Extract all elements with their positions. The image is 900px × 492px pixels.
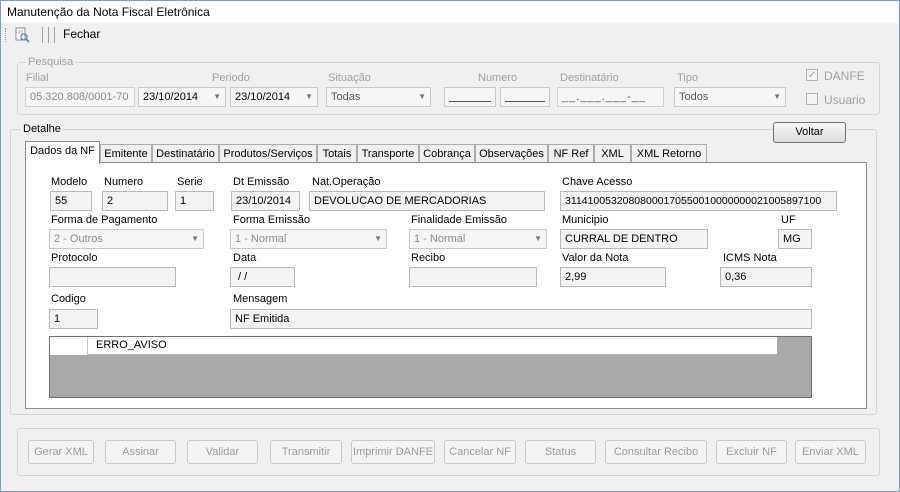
tab-produtos-servicos[interactable]: Produtos/Serviços — [219, 144, 317, 163]
gerar-xml-button[interactable]: Gerar XML — [28, 440, 94, 464]
periodo-end-picker[interactable]: 23/10/2014 ▼ — [230, 87, 318, 107]
danfe-label: DANFE — [824, 69, 865, 83]
numero-filter-label: Numero — [478, 72, 518, 84]
tab-xml[interactable]: XML — [594, 144, 631, 163]
chevron-down-icon[interactable]: ▼ — [418, 88, 426, 106]
situacao-select[interactable]: Todas ▼ — [326, 87, 431, 107]
tab-dados-nf[interactable]: Dados da NF — [25, 141, 100, 164]
destinatario-filter-label: Destinatário — [560, 72, 619, 84]
tab-transporte[interactable]: Transporte — [357, 144, 419, 163]
toolbar-separator — [48, 27, 49, 43]
chevron-down-icon[interactable]: ▼ — [305, 88, 313, 106]
tab-totais[interactable]: Totais — [317, 144, 357, 163]
chevron-down-icon[interactable]: ▼ — [213, 88, 221, 106]
toolbar-separator — [42, 27, 43, 43]
toolbar-separator — [54, 27, 55, 43]
check-icon: ✓ — [807, 70, 817, 81]
filial-field[interactable]: 05.320.808/0001-70 — [25, 87, 135, 107]
error-grid[interactable] — [49, 336, 812, 398]
enviar-xml-button[interactable]: Enviar XML — [795, 440, 866, 464]
periodo-start-value: 23/10/2014 — [143, 91, 199, 103]
tab-nf-ref[interactable]: NF Ref — [548, 144, 594, 163]
imprimir-danfe-button[interactable]: Imprimir DANFE — [351, 440, 435, 464]
tab-destinatario[interactable]: Destinatário — [152, 144, 219, 163]
usuario-label: Usuario — [824, 93, 866, 107]
tab-cobranca[interactable]: Cobrança — [419, 144, 475, 163]
toolbar-grip[interactable] — [5, 28, 7, 42]
assinar-button[interactable]: Assinar — [105, 440, 176, 464]
transmitir-button[interactable]: Transmitir — [270, 440, 342, 464]
periodo-end-value: 23/10/2014 — [235, 91, 291, 103]
status-button[interactable]: Status — [525, 440, 596, 464]
filial-label: Filial — [26, 72, 49, 84]
voltar-button[interactable]: Voltar — [773, 122, 846, 143]
excluir-nf-button[interactable]: Excluir NF — [716, 440, 787, 464]
periodo-label: Periodo — [212, 72, 250, 84]
tipo-label: Tipo — [677, 72, 698, 84]
toolbar: Fechar — [1, 23, 898, 47]
chevron-down-icon[interactable]: ▼ — [773, 88, 781, 106]
periodo-start-picker[interactable]: 23/10/2014 ▼ — [138, 87, 226, 107]
window-title: Manutenção da Nota Fiscal Eletrônica — [1, 1, 898, 23]
tab-emitente[interactable]: Emitente — [100, 144, 152, 163]
search-group-label: Pesquisa — [26, 56, 76, 68]
close-button[interactable]: Fechar — [63, 27, 100, 41]
tab-observacoes[interactable]: Observações — [475, 144, 548, 163]
situacao-value: Todas — [331, 91, 361, 103]
validar-button[interactable]: Validar — [187, 440, 258, 464]
tipo-value: Todos — [679, 91, 709, 103]
consultar-recibo-button[interactable]: Consultar Recibo — [605, 440, 707, 464]
numero-to-input[interactable] — [500, 87, 550, 107]
usuario-checkbox[interactable] — [806, 93, 818, 105]
numero-from-input[interactable] — [444, 87, 496, 107]
detail-group-label: Detalhe — [21, 123, 63, 135]
cancelar-nf-button[interactable]: Cancelar NF — [444, 440, 516, 464]
tab-xml-retorno[interactable]: XML Retorno — [631, 144, 707, 163]
situacao-label: Situação — [328, 72, 371, 84]
danfe-checkbox[interactable]: ✓ — [806, 69, 818, 81]
tipo-select[interactable]: Todos ▼ — [674, 87, 786, 107]
print-preview-icon[interactable] — [14, 27, 30, 43]
destinatario-input[interactable]: __.___.___-__ — [557, 87, 664, 107]
